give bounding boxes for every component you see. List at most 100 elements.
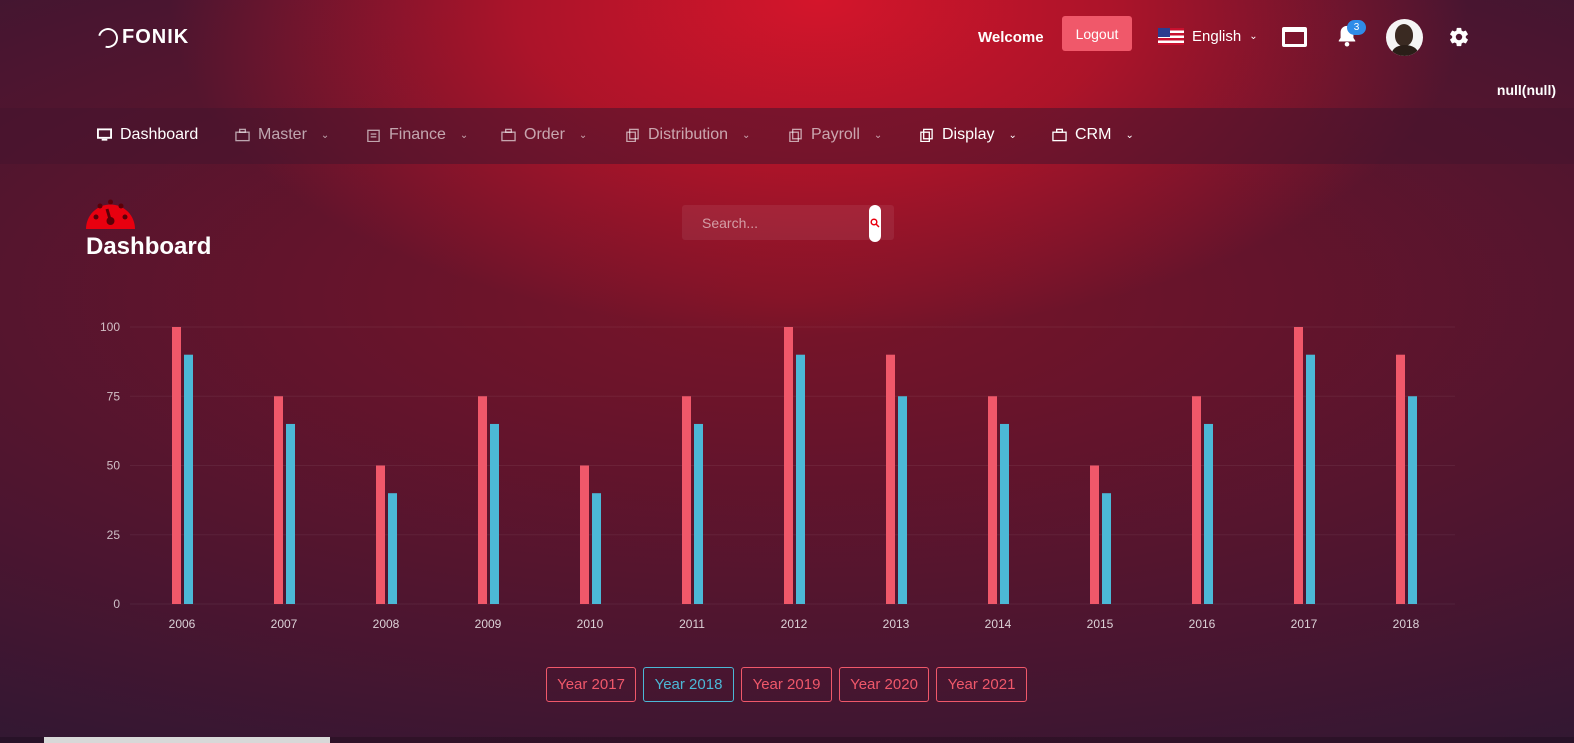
x-tick-label: 2016	[1189, 617, 1216, 631]
chevron-down-icon: ⌄	[320, 129, 330, 141]
bar-chart: 0 25 50 75 100 2006 2007 2008 2009 2010 2011 2012 20…	[0, 300, 1574, 640]
notification-badge: 3	[1347, 20, 1366, 35]
bar	[1192, 396, 1201, 604]
year-button-2021[interactable]: Year 2021	[936, 667, 1027, 702]
year-button-2020[interactable]: Year 2020	[839, 667, 929, 702]
bar	[286, 423, 295, 604]
logo-mark-icon	[94, 23, 122, 52]
x-tick-label: 2011	[679, 617, 705, 631]
y-tick-label: 0	[113, 597, 120, 611]
y-tick-label: 75	[107, 389, 121, 403]
bar	[886, 354, 895, 604]
language-selector[interactable]: English ⌄	[1158, 28, 1258, 45]
clipboard-icon	[367, 129, 380, 142]
x-tick-label: 2017	[1291, 617, 1318, 631]
nav-item-payroll[interactable]: Payroll ⌄	[788, 126, 882, 144]
welcome-text: Welcome	[978, 29, 1044, 46]
bar	[898, 396, 907, 604]
bar	[388, 493, 397, 604]
main-nav: Dashboard Master ⌄ Finance ⌄ Order ⌄ Dis…	[0, 108, 1574, 164]
bar	[478, 396, 487, 604]
year-button-2019[interactable]: Year 2019	[741, 667, 832, 702]
speedometer-icon	[86, 199, 135, 229]
bar	[784, 327, 793, 604]
chevron-down-icon: ⌄	[742, 129, 751, 141]
scrollbar-thumb[interactable]	[44, 737, 330, 743]
bar	[988, 396, 997, 604]
x-tick-label: 2013	[883, 617, 910, 631]
nav-label: Display	[942, 126, 995, 143]
x-tick-label: 2009	[475, 617, 502, 631]
search-input[interactable]	[682, 205, 868, 240]
language-label: English	[1192, 28, 1242, 45]
bar	[1102, 493, 1111, 604]
nav-label: Order	[524, 126, 565, 143]
copy-icon	[920, 128, 933, 142]
bar	[682, 396, 691, 604]
nav-item-order[interactable]: Order ⌄	[501, 126, 587, 144]
bar	[1000, 423, 1009, 604]
nav-label: Distribution	[648, 126, 729, 143]
y-tick-label: 25	[107, 528, 121, 542]
nav-item-distribution[interactable]: Distribution ⌄	[625, 126, 750, 144]
bar	[1396, 354, 1405, 604]
nav-label: Payroll	[811, 126, 860, 143]
nav-label: Dashboard	[120, 126, 199, 143]
briefcase-icon	[235, 128, 250, 142]
chart-svg: 0 25 50 75 100 2006 2007 2008 2009 2010 2011 2012 20…	[100, 320, 1455, 631]
copy-icon	[626, 128, 639, 142]
chevron-down-icon: ⌄	[1249, 31, 1258, 42]
bar	[592, 493, 601, 604]
nav-label: CRM	[1075, 126, 1112, 143]
bar	[1306, 354, 1315, 604]
x-tick-label: 2018	[1393, 617, 1420, 631]
fullscreen-icon[interactable]	[1282, 27, 1307, 47]
x-tick-label: 2012	[781, 617, 808, 631]
nav-label: Finance	[389, 126, 446, 143]
chevron-down-icon: ⌄	[1008, 129, 1017, 141]
bar	[1408, 396, 1417, 604]
logout-button[interactable]: Logout	[1062, 16, 1132, 51]
nav-item-finance[interactable]: Finance ⌄	[366, 126, 468, 144]
bar	[1090, 465, 1099, 604]
us-flag-icon	[1158, 28, 1184, 45]
bar	[580, 465, 589, 604]
nav-label: Master	[258, 126, 307, 143]
avatar[interactable]	[1386, 19, 1423, 56]
nav-item-crm[interactable]: CRM ⌄	[1052, 126, 1134, 144]
top-bar: FONIK Welcome Logout English ⌄ 3 null(nu…	[0, 0, 1574, 108]
nav-item-master[interactable]: Master ⌄	[235, 126, 329, 144]
y-tick-label: 50	[107, 459, 121, 473]
y-tick-label: 100	[100, 320, 120, 334]
x-tick-label: 2008	[373, 617, 400, 631]
bar	[1204, 423, 1213, 604]
logo[interactable]: FONIK	[94, 23, 189, 52]
bar	[376, 465, 385, 604]
bar	[490, 423, 499, 604]
chevron-down-icon: ⌄	[578, 129, 588, 141]
bar	[172, 327, 181, 604]
bar	[184, 354, 193, 604]
chevron-down-icon: ⌄	[459, 129, 469, 141]
chevron-down-icon: ⌄	[873, 129, 883, 141]
search-icon	[870, 218, 880, 228]
bar	[694, 423, 703, 604]
copy-icon	[789, 128, 802, 142]
search-box	[682, 205, 894, 240]
gear-icon[interactable]	[1448, 26, 1470, 48]
year-button-2018[interactable]: Year 2018	[643, 667, 734, 702]
briefcase-icon	[501, 128, 516, 142]
briefcase-icon	[1052, 128, 1067, 142]
user-label: null(null)	[1496, 82, 1556, 98]
x-tick-label: 2010	[577, 617, 604, 631]
bar	[274, 396, 283, 604]
nav-item-display[interactable]: Display ⌄	[919, 126, 1017, 144]
x-tick-label: 2006	[169, 617, 196, 631]
bar	[1294, 327, 1303, 604]
page-title: Dashboard	[86, 233, 212, 260]
year-button-2017[interactable]: Year 2017	[546, 667, 636, 702]
search-button[interactable]	[869, 205, 881, 242]
x-tick-label: 2015	[1087, 617, 1114, 631]
monitor-icon	[97, 128, 112, 141]
nav-item-dashboard[interactable]: Dashboard	[97, 126, 198, 144]
